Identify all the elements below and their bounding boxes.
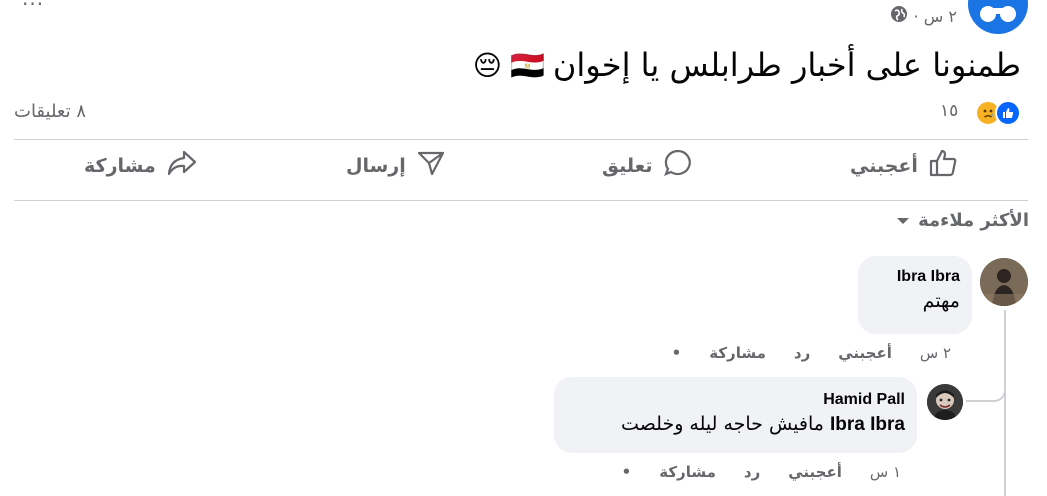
comment-like-button[interactable]: أعجبني — [788, 463, 842, 481]
pensive-emoji: 😔 — [472, 48, 502, 82]
comment-actions: ٢ س أعجبني رد مشاركة • — [672, 344, 951, 362]
avatar[interactable] — [980, 258, 1028, 306]
share-icon — [166, 148, 198, 183]
divider — [14, 139, 1028, 140]
thread-line — [1004, 310, 1006, 496]
comment-reply-button[interactable]: رد — [794, 344, 810, 362]
comment-text-wrapper: Ibra Ibra مافيش حاجه ليله وخلصت — [566, 413, 905, 436]
caret-down-icon — [896, 210, 910, 231]
avatar[interactable] — [927, 384, 963, 420]
egypt-flag: 🇪🇬 — [510, 48, 545, 82]
comment-text: مهتم — [922, 290, 960, 312]
send-label: إرسال — [346, 154, 406, 177]
comment-author[interactable]: Ibra Ibra — [870, 268, 960, 286]
comment-icon — [663, 148, 693, 183]
sort-dropdown[interactable]: الأكثر ملاءمة — [896, 210, 1029, 231]
comment-actions: ١ س أعجبني رد مشاركة • — [622, 463, 901, 481]
comments-count[interactable]: ٨ تعليقات — [14, 101, 86, 122]
like-button[interactable]: أعجبني — [850, 148, 958, 183]
comment-like-button[interactable]: أعجبني — [838, 344, 892, 362]
globe-icon — [890, 5, 908, 27]
page-avatar[interactable] — [968, 0, 1028, 34]
reaction-icons[interactable] — [975, 100, 1021, 126]
comment-share-button[interactable]: مشاركة — [709, 344, 766, 362]
comment-reply-button[interactable]: رد — [744, 463, 760, 481]
sort-label: الأكثر ملاءمة — [918, 210, 1029, 231]
send-icon — [416, 148, 446, 183]
comment-author[interactable]: Hamid Pall — [566, 391, 905, 409]
dot-separator: • — [671, 344, 682, 362]
comment-bubble: Ibra Ibra مهتم — [858, 256, 972, 334]
reply-connector — [966, 360, 1006, 402]
dot-separator: • — [621, 463, 632, 481]
send-button[interactable]: إرسال — [346, 148, 446, 183]
share-label: مشاركة — [84, 154, 156, 177]
more-options-icon[interactable]: ... — [22, 0, 44, 10]
post-body: طمنونا على أخبار طرابلس يا إخوان — [552, 46, 1021, 84]
comment-bubble: Hamid Pall Ibra Ibra مافيش حاجه ليله وخل… — [554, 377, 917, 453]
thumbs-up-icon — [928, 148, 958, 183]
comment-time[interactable]: ٢ س — [920, 344, 951, 362]
comment-mention[interactable]: Ibra Ibra — [830, 414, 905, 435]
post-text: طمنونا على أخبار طرابلس يا إخوان 🇪🇬 😔 — [473, 46, 1021, 84]
divider — [14, 200, 1028, 201]
post-time[interactable]: ٢ س · — [914, 7, 957, 26]
share-button[interactable]: مشاركة — [84, 148, 198, 183]
post-meta: ٢ س · — [890, 5, 957, 27]
reaction-count[interactable]: ١٥ — [940, 101, 958, 121]
like-label: أعجبني — [850, 154, 918, 177]
comment-text: مافيش حاجه ليله وخلصت — [621, 413, 824, 435]
comment-time[interactable]: ١ س — [870, 463, 901, 481]
like-reaction-icon — [995, 100, 1021, 126]
comment-label: تعليق — [602, 154, 653, 177]
comment-button[interactable]: تعليق — [602, 148, 693, 183]
comment-share-button[interactable]: مشاركة — [659, 463, 716, 481]
